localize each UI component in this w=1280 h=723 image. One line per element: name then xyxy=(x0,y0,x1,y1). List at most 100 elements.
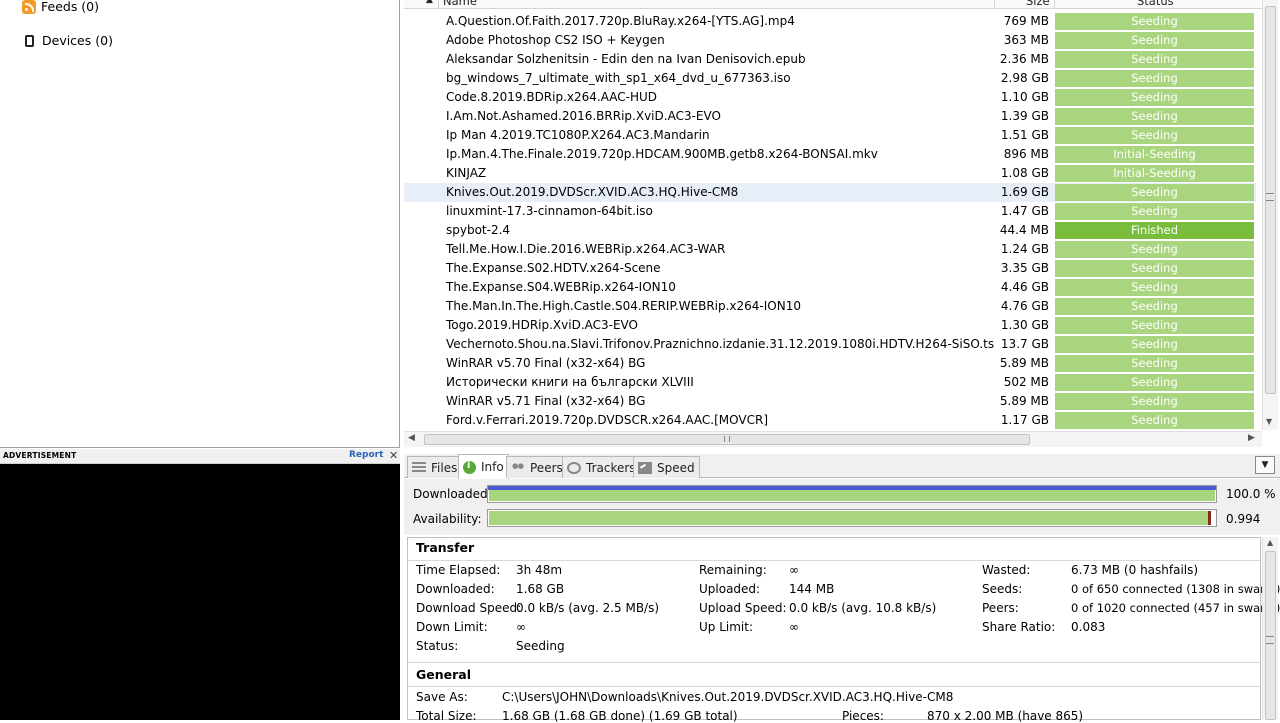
torrent-name: Ip Man 4.2019.TC1080P.X264.AC3.Mandarin xyxy=(446,128,710,142)
sort-arrow-icon[interactable]: ▲ xyxy=(426,0,433,5)
column-header-status[interactable]: Status xyxy=(1137,0,1174,8)
scroll-right-arrow-icon[interactable]: ▶ xyxy=(1248,433,1255,443)
total-size-value: 1.68 GB (1.68 GB done) (1.69 GB total) xyxy=(502,709,738,723)
advertisement-area[interactable] xyxy=(0,464,400,720)
torrent-size: 502 MB xyxy=(1003,375,1049,389)
torrent-table: ▲ Name Size Status A.Question.Of.Faith.2… xyxy=(404,0,1280,448)
table-row[interactable]: A.Question.Of.Faith.2017.720p.BluRay.x26… xyxy=(404,12,1256,31)
sidebar-item-devices[interactable]: Devices (0) xyxy=(22,33,113,48)
progress-section: Downloaded: 100.0 % Availability: 0.994 xyxy=(404,479,1280,535)
column-header-size[interactable]: Size xyxy=(1026,0,1050,8)
tab-speed[interactable]: Speed xyxy=(633,456,700,478)
info-icon xyxy=(463,460,476,474)
up-limit-value: ∞ xyxy=(789,620,799,634)
table-row[interactable]: Knives.Out.2019.DVDScr.XVID.AC3.HQ.Hive-… xyxy=(404,183,1256,202)
ad-header: ADVERTISEMENT Report ✕ xyxy=(0,449,400,464)
tab-trackers[interactable]: Trackers xyxy=(562,456,641,478)
scroll-down-arrow-icon[interactable]: ▼ xyxy=(1266,417,1272,426)
scroll-left-arrow-icon[interactable]: ◀ xyxy=(408,433,415,443)
tab-peers[interactable]: Peers xyxy=(506,456,568,478)
table-row[interactable]: Vechernoto.Shou.na.Slavi.Trifonov.Prazni… xyxy=(404,335,1256,354)
table-row[interactable]: Исторически книги на български XLVIII 502… xyxy=(404,373,1256,392)
scroll-up-arrow-icon[interactable]: ▲ xyxy=(1267,538,1273,547)
torrent-size: 896 MB xyxy=(1003,147,1049,161)
table-row[interactable]: Ford.v.Ferrari.2019.720p.DVDSCR.x264.AAC… xyxy=(404,411,1256,430)
peers-icon xyxy=(511,461,525,474)
info-panel: Transfer Time Elapsed: 3h 48m Downloaded… xyxy=(407,537,1280,723)
trackers-icon xyxy=(567,461,581,474)
status-badge: Seeding xyxy=(1055,279,1254,296)
status-badge: Seeding xyxy=(1055,336,1254,353)
table-row[interactable]: bg_windows_7_ultimate_with_sp1_x64_dvd_u… xyxy=(404,69,1256,88)
table-row[interactable]: KINJAZ 1.08 GB Initial-Seeding xyxy=(404,164,1256,183)
table-horizontal-scrollbar[interactable]: ◀ ▶ xyxy=(404,431,1262,447)
table-row[interactable]: Aleksandar Solzhenitsin - Edin den na Iv… xyxy=(404,50,1256,69)
torrent-size: 1.39 GB xyxy=(1000,109,1049,123)
close-icon[interactable]: ✕ xyxy=(389,449,398,462)
torrent-size: 2.36 MB xyxy=(999,52,1049,66)
download-speed-label: Download Speed: xyxy=(416,601,522,615)
sidebar-item-feeds[interactable]: Feeds (0) xyxy=(22,0,99,14)
pieces-value: 870 x 2.00 MB (have 865) xyxy=(927,709,1084,723)
torrent-size: 2.98 GB xyxy=(1000,71,1049,85)
torrent-name: Aleksandar Solzhenitsin - Edin den na Iv… xyxy=(446,52,806,66)
info-vertical-scrollbar[interactable]: ▲ xyxy=(1262,537,1278,720)
status-badge: Seeding xyxy=(1055,203,1254,220)
table-row[interactable]: Code.8.2019.BDRip.x264.AAC-HUD 1.10 GB See… xyxy=(404,88,1256,107)
general-heading: General xyxy=(416,667,471,682)
status-badge: Seeding xyxy=(1055,51,1254,68)
torrent-name: WinRAR v5.70 Final (x32-x64) BG xyxy=(446,356,646,370)
status-badge: Seeding xyxy=(1055,260,1254,277)
torrent-name: spybot-2.4 xyxy=(446,223,511,237)
torrent-size: 1.51 GB xyxy=(1000,128,1049,142)
remaining-value: ∞ xyxy=(789,563,799,577)
status-badge: Seeding xyxy=(1055,32,1254,49)
detail-tab-bar: Files Info Peers Trackers Speed xyxy=(404,454,1280,479)
column-header-name[interactable]: Name xyxy=(443,0,477,8)
down-limit-value: ∞ xyxy=(516,620,526,634)
torrent-size: 1.47 GB xyxy=(1000,204,1049,218)
wasted-label: Wasted: xyxy=(982,563,1031,577)
table-row[interactable]: The.Expanse.S04.WEBRip.x264-ION10 4.46 GB… xyxy=(404,278,1256,297)
collapse-panel-button[interactable]: ▼ xyxy=(1255,456,1275,474)
table-row[interactable]: The.Man.In.The.High.Castle.S04.RERIP.WEB… xyxy=(404,297,1256,316)
torrent-size: 1.30 GB xyxy=(1000,318,1049,332)
table-row[interactable]: Ip.Man.4.The.Finale.2019.720p.HDCAM.900M… xyxy=(404,145,1256,164)
tab-info[interactable]: Info xyxy=(458,454,509,479)
downloaded-bar-top-indicator xyxy=(488,486,1216,490)
table-row[interactable]: Adobe Photoshop CS2 ISO + Keygen 363 MB Se… xyxy=(404,31,1256,50)
torrent-size: 4.46 GB xyxy=(1000,280,1049,294)
ad-report-link[interactable]: Report xyxy=(349,450,383,460)
upload-speed-label: Upload Speed: xyxy=(699,601,787,615)
chevron-down-icon: ▼ xyxy=(1261,460,1269,470)
table-row[interactable]: Tell.Me.How.I.Die.2016.WEBRip.x264.AC3-W… xyxy=(404,240,1256,259)
status-badge: Seeding xyxy=(1055,13,1254,30)
table-row[interactable]: Togo.2019.HDRip.XviD.AC3-EVO 1.30 GB Seedi… xyxy=(404,316,1256,335)
peers-label: Peers: xyxy=(982,601,1019,615)
table-vertical-scrollbar[interactable] xyxy=(1262,0,1278,430)
status-badge: Seeding xyxy=(1055,355,1254,372)
table-row[interactable]: linuxmint-17.3-cinnamon-64bit.iso 1.47 GB… xyxy=(404,202,1256,221)
scrollbar-grip xyxy=(1266,636,1274,644)
upload-speed-value: 0.0 kB/s (avg. 10.8 kB/s) xyxy=(789,601,937,615)
status-value: Seeding xyxy=(516,639,565,653)
table-row[interactable]: I.Am.Not.Ashamed.2016.BRRip.XviD.AC3-EVO… xyxy=(404,107,1256,126)
torrent-name: Tell.Me.How.I.Die.2016.WEBRip.x264.AC3-W… xyxy=(446,242,726,256)
sidebar-item-label: Devices (0) xyxy=(42,33,113,48)
status-badge: Seeding xyxy=(1055,317,1254,334)
tab-files[interactable]: Files xyxy=(407,456,463,478)
time-elapsed-label: Time Elapsed: xyxy=(416,563,501,577)
table-row[interactable]: Ip Man 4.2019.TC1080P.X264.AC3.Mandarin 1… xyxy=(404,126,1256,145)
table-row[interactable]: WinRAR v5.70 Final (x32-x64) BG 5.89 MB Se… xyxy=(404,354,1256,373)
table-header: ▲ Name Size Status xyxy=(404,0,1262,9)
table-row[interactable]: spybot-2.4 44.4 MB Finished xyxy=(404,221,1256,240)
torrent-name: Code.8.2019.BDRip.x264.AAC-HUD xyxy=(446,90,658,104)
download-speed-value: 0.0 kB/s (avg. 2.5 MB/s) xyxy=(516,601,660,615)
table-row[interactable]: WinRAR v5.71 Final (x32-x64) BG 5.89 MB Se… xyxy=(404,392,1256,411)
downloaded-value: 1.68 GB xyxy=(516,582,565,596)
torrent-name: Knives.Out.2019.DVDScr.XVID.AC3.HQ.Hive-… xyxy=(446,185,739,199)
table-row[interactable]: The.Expanse.S02.HDTV.x264-Scene 3.35 GB Se… xyxy=(404,259,1256,278)
tab-label: Peers xyxy=(530,460,563,475)
torrent-size: 1.10 GB xyxy=(1000,90,1049,104)
torrent-name: bg_windows_7_ultimate_with_sp1_x64_dvd_u… xyxy=(446,71,791,85)
